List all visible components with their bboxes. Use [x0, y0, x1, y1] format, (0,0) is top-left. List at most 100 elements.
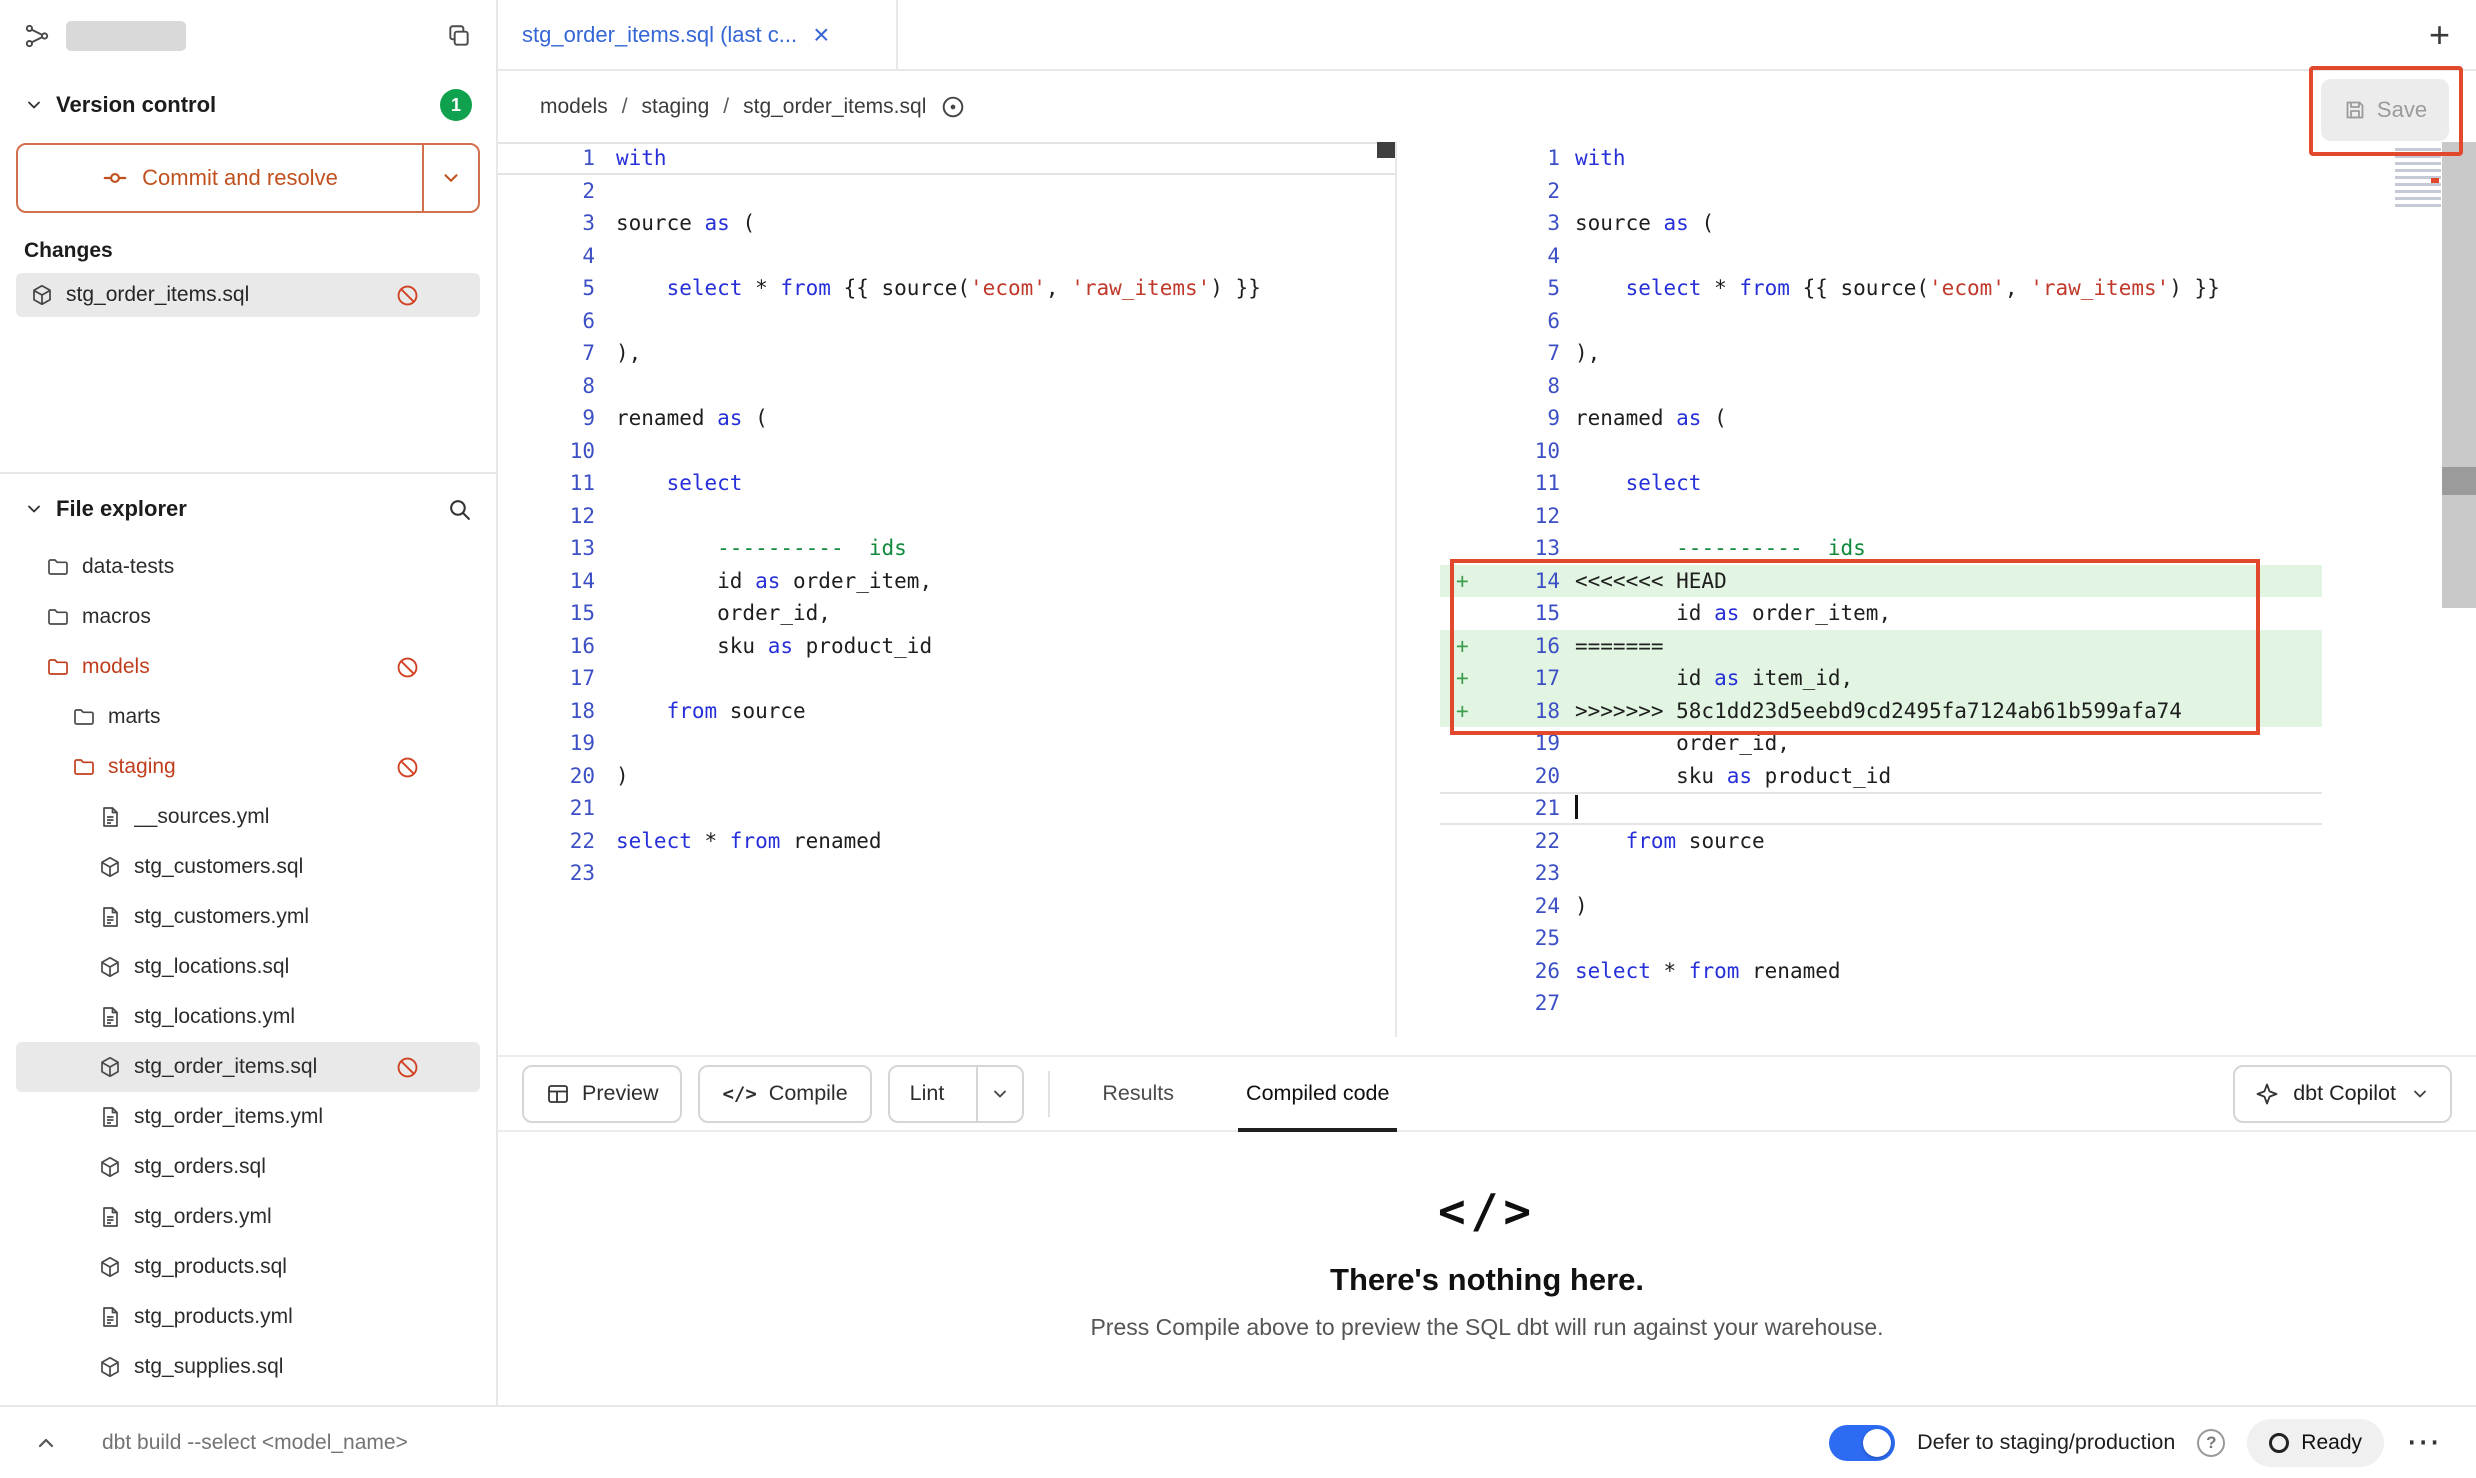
code-line[interactable]: +18>>>>>>> 58c1dd23d5eebd9cd2495fa7124ab… [1440, 695, 2322, 728]
close-icon[interactable]: × [813, 21, 829, 49]
code-line[interactable]: 5 select * from {{ source('ecom', 'raw_i… [1440, 272, 2322, 305]
changed-file-row[interactable]: stg_order_items.sql [16, 273, 480, 317]
file-tree-item[interactable]: macros [16, 592, 480, 642]
code-line[interactable]: 20 sku as product_id [1440, 760, 2322, 793]
code-line[interactable]: 10 [498, 435, 1395, 468]
code-line[interactable]: 22 from source [1440, 825, 2322, 858]
code-line[interactable]: 23 [1440, 857, 2322, 890]
command-input[interactable]: dbt build --select <model_name> [102, 1431, 408, 1455]
compile-button[interactable]: </> Compile [698, 1065, 871, 1123]
editor-tab[interactable]: stg_order_items.sql (last c... × [498, 0, 898, 69]
help-icon[interactable]: ? [2197, 1429, 2225, 1457]
file-tree-item[interactable]: stg_customers.yml [16, 892, 480, 942]
version-control-header[interactable]: Version control 1 [0, 71, 496, 129]
code-line[interactable]: 12 [1440, 500, 2322, 533]
code-line[interactable]: 2 [1440, 175, 2322, 208]
code-line[interactable]: 23 [498, 857, 1395, 890]
file-tree-item[interactable]: stg_locations.sql [16, 942, 480, 992]
copy-icon[interactable] [446, 23, 472, 49]
code-line[interactable]: 11 select [1440, 467, 2322, 500]
minimap[interactable] [2395, 148, 2441, 210]
tab-results[interactable]: Results [1074, 1057, 1202, 1130]
file-tree-item[interactable]: stg_supplies.sql [16, 1342, 480, 1392]
code-line[interactable]: 22select * from renamed [498, 825, 1395, 858]
code-line[interactable]: 9renamed as ( [498, 402, 1395, 435]
lint-button[interactable]: Lint [888, 1065, 1025, 1123]
code-line[interactable]: 26select * from renamed [1440, 955, 2322, 988]
lint-dropdown[interactable] [976, 1067, 1022, 1121]
file-tree-item[interactable]: stg_products.sql [16, 1242, 480, 1292]
code-line[interactable]: 12 [498, 500, 1395, 533]
code-line[interactable]: 6 [498, 305, 1395, 338]
save-button[interactable]: Save [2321, 79, 2449, 141]
file-tree-item[interactable]: stg_customers.sql [16, 842, 480, 892]
code-line[interactable]: 3source as ( [1440, 207, 2322, 240]
code-line[interactable]: 11 select [498, 467, 1395, 500]
code-line[interactable]: 2 [498, 175, 1395, 208]
code-line[interactable]: 19 order_id, [1440, 727, 2322, 760]
file-tree-item[interactable]: models [16, 642, 480, 692]
discard-change-icon[interactable] [395, 755, 420, 780]
commit-and-resolve-button[interactable]: Commit and resolve [16, 143, 480, 213]
code-line[interactable]: 10 [1440, 435, 2322, 468]
preview-button[interactable]: Preview [522, 1065, 682, 1123]
file-tree-item[interactable]: stg_orders.sql [16, 1142, 480, 1192]
code-line[interactable]: +17 id as item_id, [1440, 662, 2322, 695]
code-line[interactable]: 25 [1440, 922, 2322, 955]
file-tree-item[interactable]: stg_locations.yml [16, 992, 480, 1042]
file-explorer-header[interactable]: File explorer [0, 474, 496, 534]
diff-added-marker [1440, 402, 1478, 435]
code-line[interactable]: 8 [1440, 370, 2322, 403]
code-line[interactable]: 7), [498, 337, 1395, 370]
code-line[interactable]: 4 [1440, 240, 2322, 273]
file-tree-item[interactable]: stg_orders.yml [16, 1192, 480, 1242]
code-line[interactable]: 14 id as order_item, [498, 565, 1395, 598]
discard-change-icon[interactable] [395, 1055, 420, 1080]
code-line[interactable]: 18 from source [498, 695, 1395, 728]
discard-change-icon[interactable] [395, 283, 420, 308]
file-tree-item[interactable]: marts [16, 692, 480, 742]
code-line[interactable]: 27 [1440, 987, 2322, 1020]
code-line[interactable]: 24) [1440, 890, 2322, 923]
search-icon[interactable] [447, 497, 472, 522]
status-badge[interactable]: Ready [2247, 1419, 2384, 1467]
code-line[interactable]: 20) [498, 760, 1395, 793]
code-line[interactable]: 8 [498, 370, 1395, 403]
code-line[interactable]: 5 select * from {{ source('ecom', 'raw_i… [498, 272, 1395, 305]
defer-toggle[interactable] [1829, 1425, 1895, 1461]
commit-dropdown[interactable] [422, 145, 478, 211]
lineage-icon[interactable] [940, 94, 966, 120]
new-tab-button[interactable]: + [2429, 14, 2450, 56]
file-tree-item[interactable]: __sources.yml [16, 792, 480, 842]
code-line[interactable]: 3source as ( [498, 207, 1395, 240]
code-line[interactable]: 21 [498, 792, 1395, 825]
code-line[interactable]: +14<<<<<<< HEAD [1440, 565, 2322, 598]
file-tree-item[interactable]: stg_order_items.sql [16, 1042, 480, 1092]
file-tree-item[interactable]: staging [16, 742, 480, 792]
code-line[interactable]: 9renamed as ( [1440, 402, 2322, 435]
file-tree-item[interactable]: stg_products.yml [16, 1292, 480, 1342]
code-line[interactable]: 4 [498, 240, 1395, 273]
code-line[interactable]: 21 [1440, 792, 2322, 825]
file-tree-item[interactable]: data-tests [16, 542, 480, 592]
code-line[interactable]: 16 sku as product_id [498, 630, 1395, 663]
code-line[interactable]: 13 ---------- ids [1440, 532, 2322, 565]
code-line[interactable]: 13 ---------- ids [498, 532, 1395, 565]
code-line[interactable]: 1with [1440, 142, 2322, 175]
discard-change-icon[interactable] [395, 655, 420, 680]
dbt-copilot-button[interactable]: dbt Copilot [2233, 1065, 2452, 1123]
code-line[interactable]: 7), [1440, 337, 2322, 370]
chevron-up-icon[interactable] [34, 1431, 58, 1455]
code-line[interactable]: 1with [498, 142, 1395, 175]
code-line[interactable]: 19 [498, 727, 1395, 760]
more-options-icon[interactable]: ⋯ [2406, 1434, 2442, 1451]
dag-icon[interactable] [24, 23, 50, 49]
tab-compiled-code[interactable]: Compiled code [1218, 1057, 1417, 1130]
code-line[interactable]: 15 order_id, [498, 597, 1395, 630]
file-tree-item[interactable]: stg_order_items.yml [16, 1092, 480, 1142]
code-line[interactable]: 17 [498, 662, 1395, 695]
code-line[interactable]: +16======= [1440, 630, 2322, 663]
editor-scrollbar[interactable] [2442, 142, 2476, 608]
code-line[interactable]: 6 [1440, 305, 2322, 338]
code-line[interactable]: 15 id as order_item, [1440, 597, 2322, 630]
